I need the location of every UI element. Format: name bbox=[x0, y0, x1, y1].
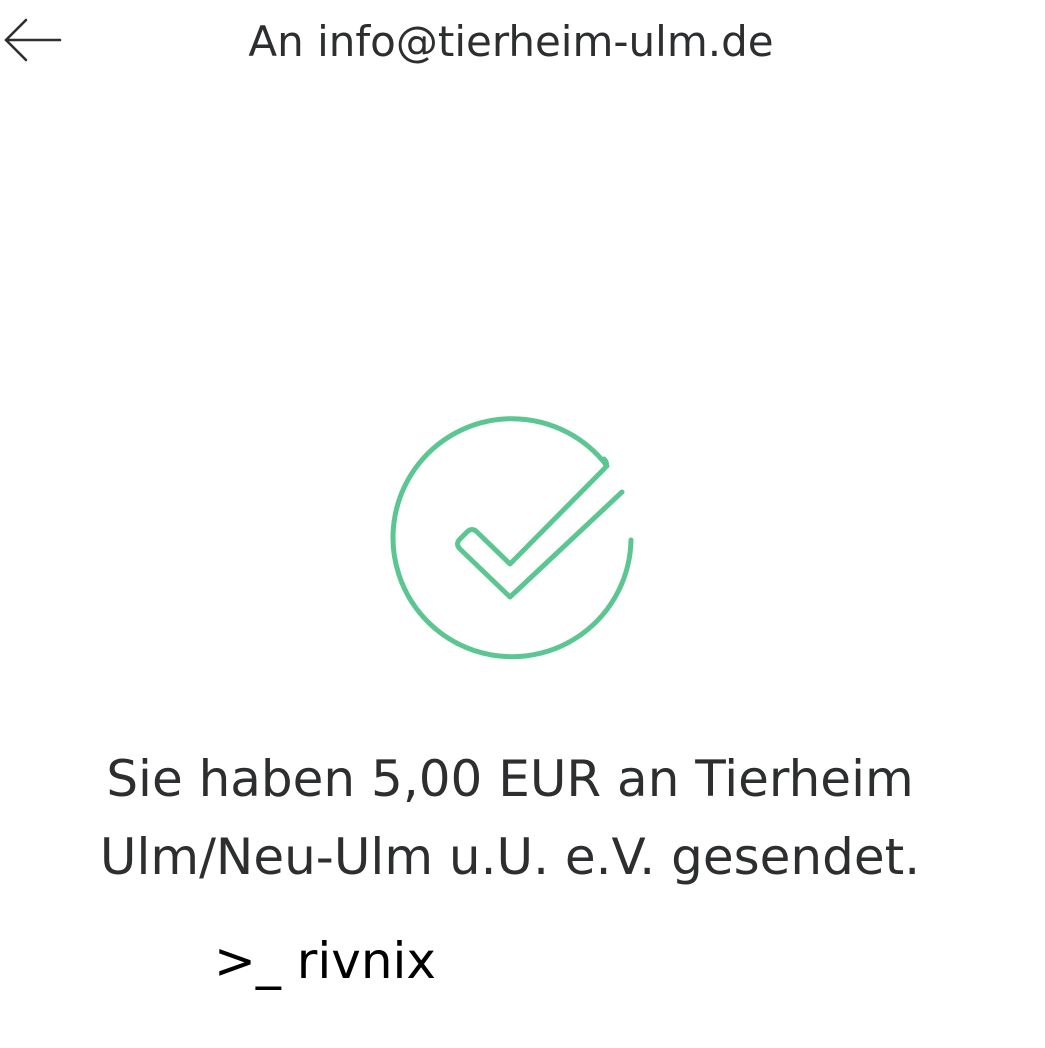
brand-label: >_ rivnix bbox=[214, 932, 436, 990]
page-title: An info@tierheim-ulm.de bbox=[248, 17, 774, 66]
success-message: Sie haben 5,00 EUR an Tierheim Ulm/Neu-U… bbox=[99, 750, 921, 886]
checkmark-circle-icon bbox=[390, 416, 634, 660]
success-icon-container bbox=[386, 416, 636, 666]
